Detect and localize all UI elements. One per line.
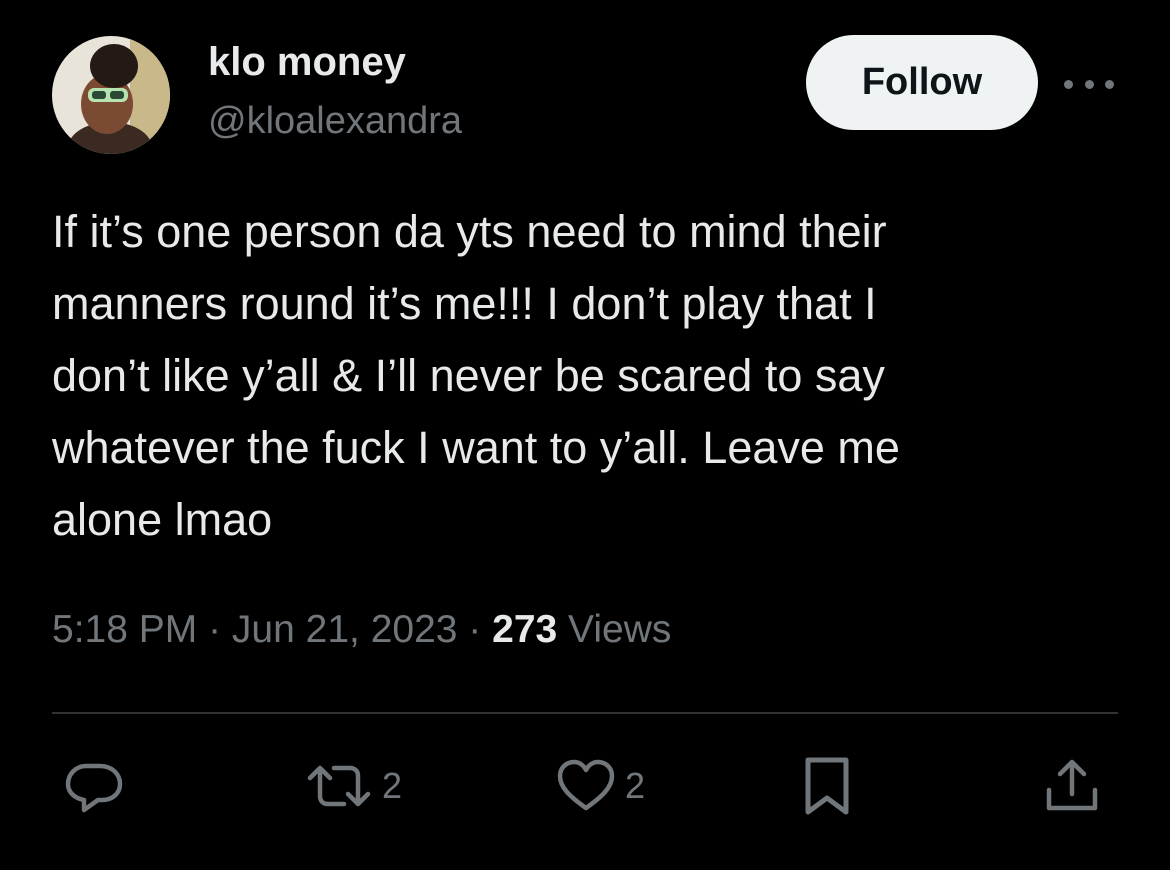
tweet-text-line: whatever the fuck I want to y’all. Leave… [52,422,900,473]
like-button[interactable]: 2 [555,756,645,816]
reply-button[interactable] [64,756,124,816]
heart-icon [557,759,615,811]
repost-icon [307,765,371,807]
tweet-meta: 5:18 PM · Jun 21, 2023 · 273 Views [52,608,671,652]
tweet-text-line: alone lmao [52,494,273,545]
tweet-text-line: don’t like y’all & I’ll never be scared … [52,350,885,401]
divider [52,712,1118,714]
avatar-image [52,36,170,154]
tweet-text-line: manners round it’s me!!! I don’t play th… [52,278,877,329]
repost-button[interactable]: 2 [304,756,402,816]
tweet-text: If it’s one person da yts need to mind t… [52,196,1082,556]
tweet-text-line: If it’s one person da yts need to mind t… [52,206,887,257]
share-icon [1046,759,1098,811]
like-count: 2 [625,765,646,806]
repost-count: 2 [382,765,403,806]
views-count: 273 [492,608,558,651]
bookmark-button[interactable] [802,756,852,816]
meta-separator: · [197,608,232,651]
display-name[interactable]: klo money [208,40,406,85]
meta-separator: · [457,608,493,651]
more-options-icon[interactable] [1064,72,1114,96]
tweet-time[interactable]: 5:18 PM [52,608,197,651]
tweet-date[interactable]: Jun 21, 2023 [232,608,458,651]
views-label: Views [557,608,672,651]
user-handle[interactable]: @kloalexandra [208,100,462,143]
share-button[interactable] [1044,756,1100,816]
avatar[interactable] [52,36,170,154]
follow-button[interactable]: Follow [806,35,1038,130]
reply-icon [65,763,123,813]
bookmark-icon [805,757,849,815]
